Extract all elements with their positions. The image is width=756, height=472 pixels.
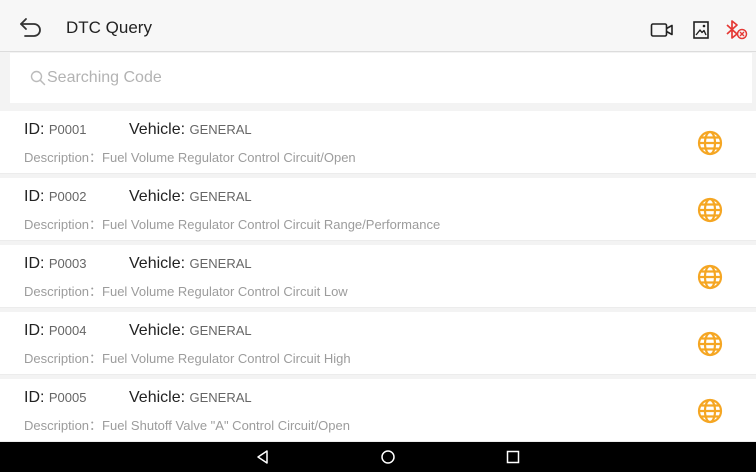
dtc-description: Description：Fuel Volume Regulator Contro… bbox=[24, 147, 356, 166]
nav-back-icon[interactable] bbox=[255, 449, 271, 465]
globe-icon[interactable] bbox=[697, 331, 723, 357]
description-label: Description： bbox=[24, 284, 103, 299]
dtc-id: P0005 bbox=[48, 390, 87, 405]
bluetooth-disconnected-icon[interactable] bbox=[724, 20, 748, 40]
globe-icon[interactable] bbox=[697, 398, 723, 424]
dtc-id-line: ID: P0001 Vehicle: GENERAL bbox=[24, 121, 252, 141]
description-label: Description： bbox=[24, 150, 103, 165]
video-record-icon[interactable] bbox=[650, 20, 674, 40]
globe-icon[interactable] bbox=[697, 197, 723, 223]
description-label: Description： bbox=[24, 418, 103, 433]
page-title: DTC Query bbox=[66, 18, 152, 37]
id-label: ID: bbox=[24, 121, 49, 138]
dtc-description: Description：Fuel Volume Regulator Contro… bbox=[24, 281, 348, 300]
vehicle-value: GENERAL bbox=[189, 189, 252, 204]
vehicle-value: GENERAL bbox=[189, 390, 252, 405]
description-value: Fuel Volume Regulator Control Circuit Lo… bbox=[102, 284, 348, 299]
globe-icon[interactable] bbox=[697, 264, 723, 290]
list-item[interactable]: ID: P0002 Vehicle: GENERAL Description：F… bbox=[0, 178, 756, 241]
dtc-description: Description：Fuel Shutoff Valve "A" Contr… bbox=[24, 415, 350, 434]
back-arrow-icon[interactable] bbox=[18, 15, 44, 39]
description-label: Description： bbox=[24, 217, 103, 232]
description-value: Fuel Volume Regulator Control Circuit Ra… bbox=[102, 217, 441, 232]
dtc-id-line: ID: P0005 Vehicle: GENERAL bbox=[24, 389, 252, 409]
id-label: ID: bbox=[24, 188, 49, 205]
vehicle-label: Vehicle: bbox=[129, 188, 190, 205]
dtc-id: P0003 bbox=[48, 256, 87, 271]
vehicle-label: Vehicle: bbox=[129, 255, 190, 272]
search-icon bbox=[30, 70, 46, 86]
list-item[interactable]: ID: P0001 Vehicle: GENERAL Description：F… bbox=[0, 111, 756, 174]
dtc-id: P0004 bbox=[48, 323, 87, 338]
list-item[interactable]: ID: P0003 Vehicle: GENERAL Description：F… bbox=[0, 245, 756, 308]
navigation-bar bbox=[0, 442, 756, 472]
vehicle-value: GENERAL bbox=[189, 323, 252, 338]
id-label: ID: bbox=[24, 389, 49, 406]
dtc-list: ID: P0001 Vehicle: GENERAL Description：F… bbox=[0, 111, 756, 442]
description-value: Fuel Volume Regulator Control Circuit Hi… bbox=[102, 351, 351, 366]
nav-home-icon[interactable] bbox=[380, 449, 396, 465]
dtc-id-line: ID: P0002 Vehicle: GENERAL bbox=[24, 188, 252, 208]
vehicle-label: Vehicle: bbox=[129, 389, 190, 406]
description-value: Fuel Shutoff Valve "A" Control Circuit/O… bbox=[102, 418, 350, 433]
description-value: Fuel Volume Regulator Control Circuit/Op… bbox=[102, 150, 356, 165]
vehicle-label: Vehicle: bbox=[129, 121, 190, 138]
id-label: ID: bbox=[24, 255, 49, 272]
dtc-description: Description：Fuel Volume Regulator Contro… bbox=[24, 348, 351, 367]
vehicle-label: Vehicle: bbox=[129, 322, 190, 339]
nav-recents-icon[interactable] bbox=[505, 449, 521, 465]
vehicle-value: GENERAL bbox=[189, 122, 252, 137]
dtc-id-line: ID: P0004 Vehicle: GENERAL bbox=[24, 322, 252, 342]
dtc-description: Description：Fuel Volume Regulator Contro… bbox=[24, 214, 440, 233]
app-header: DTC Query bbox=[0, 0, 756, 52]
list-item[interactable]: ID: P0005 Vehicle: GENERAL Description：F… bbox=[0, 379, 756, 442]
description-label: Description： bbox=[24, 351, 103, 366]
vehicle-value: GENERAL bbox=[189, 256, 252, 271]
search-input[interactable] bbox=[47, 65, 737, 91]
globe-icon[interactable] bbox=[697, 130, 723, 156]
list-item[interactable]: ID: P0004 Vehicle: GENERAL Description：F… bbox=[0, 312, 756, 375]
dtc-id-line: ID: P0003 Vehicle: GENERAL bbox=[24, 255, 252, 275]
dtc-id: P0002 bbox=[48, 189, 87, 204]
search-bar bbox=[10, 53, 752, 103]
dtc-id: P0001 bbox=[48, 122, 87, 137]
screenshot-icon[interactable] bbox=[692, 20, 710, 40]
id-label: ID: bbox=[24, 322, 49, 339]
